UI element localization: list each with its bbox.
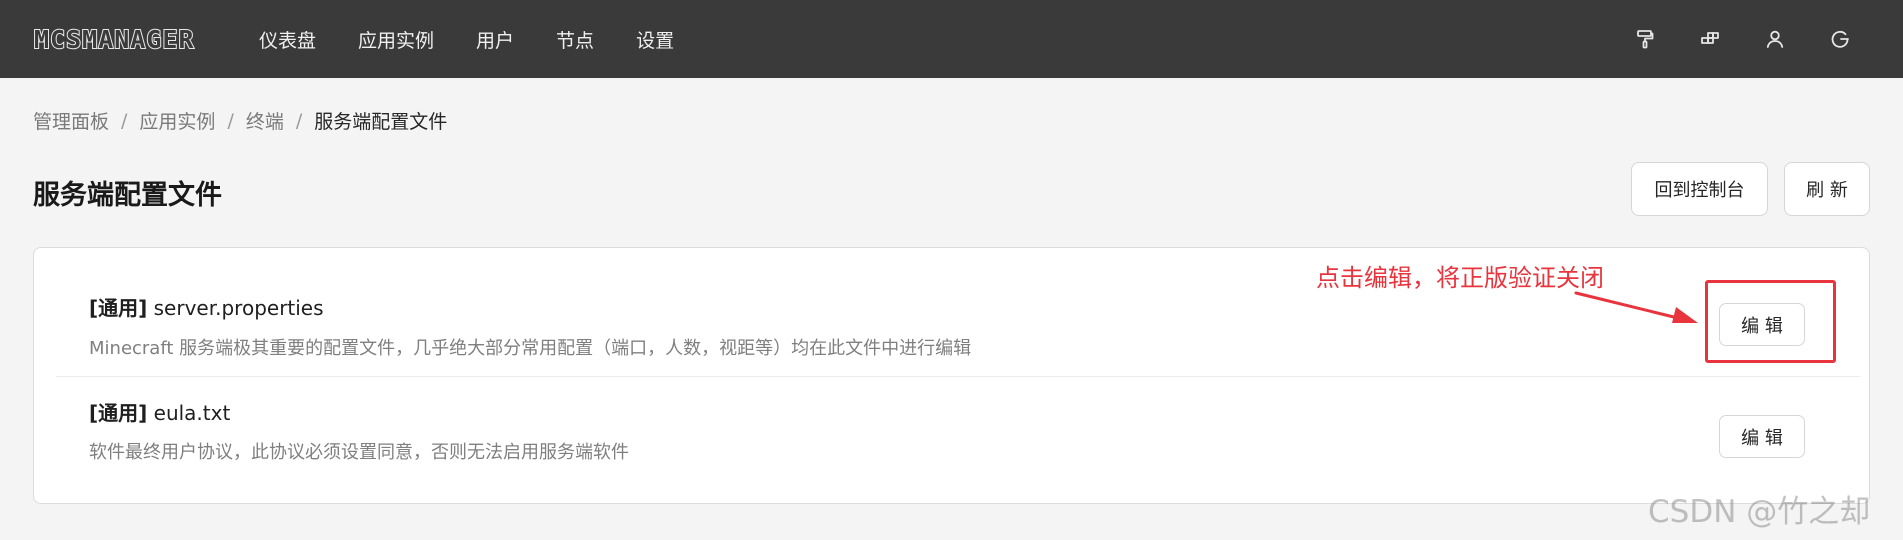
- watermark: CSDN @竹之却: [1648, 494, 1871, 530]
- annotation-highlight-box: [1705, 280, 1836, 363]
- file-description: Minecraft 服务端极其重要的配置文件，几乎绝大部分常用配置（端口，人数，…: [89, 338, 972, 359]
- main-nav: 仪表盘 应用实例 用户 节点 设置: [259, 0, 716, 78]
- logout-icon[interactable]: [1829, 28, 1851, 50]
- breadcrumb-admin-panel[interactable]: 管理面板: [33, 107, 109, 134]
- top-right-icons: [1591, 0, 1851, 78]
- file-name: server.properties: [153, 296, 324, 320]
- user-icon[interactable]: [1764, 28, 1786, 50]
- nav-item-users[interactable]: 用户: [476, 26, 514, 53]
- breadcrumb: 管理面板 / 应用实例 / 终端 / 服务端配置文件: [33, 107, 447, 134]
- back-to-console-button[interactable]: 回到控制台: [1631, 162, 1768, 216]
- list-item: [通用] eula.txt 软件最终用户协议，此协议必须设置同意，否则无法启用服…: [34, 378, 1869, 505]
- file-description: 软件最终用户协议，此协议必须设置同意，否则无法启用服务端软件: [89, 442, 629, 463]
- breadcrumb-separator: /: [121, 109, 128, 132]
- annotation-text: 点击编辑，将正版验证关闭: [1316, 264, 1604, 292]
- refresh-button[interactable]: 刷 新: [1784, 162, 1870, 216]
- mcsmanager-logo[interactable]: MCSMANAGER: [33, 24, 195, 55]
- page-title: 服务端配置文件: [33, 180, 222, 211]
- breadcrumb-instances[interactable]: 应用实例: [139, 107, 215, 134]
- breadcrumb-separator: /: [295, 109, 303, 132]
- nav-item-settings[interactable]: 设置: [636, 26, 674, 53]
- breadcrumb-terminal[interactable]: 终端: [246, 107, 284, 134]
- nav-item-dashboard[interactable]: 仪表盘: [259, 26, 316, 53]
- file-tag: [通用]: [89, 401, 148, 425]
- breadcrumb-current: 服务端配置文件: [314, 111, 448, 133]
- edit-eula-button[interactable]: 编 辑: [1719, 415, 1805, 458]
- file-title: [通用] eula.txt: [89, 397, 230, 426]
- paint-roller-icon[interactable]: [1634, 28, 1656, 50]
- breadcrumb-separator: /: [227, 109, 234, 132]
- file-name: eula.txt: [153, 401, 231, 425]
- annotation-arrow: [1574, 291, 1698, 323]
- logo-text: MCSMANAGER: [33, 24, 195, 55]
- row-divider: [56, 376, 1860, 377]
- nav-item-instances[interactable]: 应用实例: [358, 26, 434, 53]
- top-navigation-bar: MCSMANAGER 仪表盘 应用实例 用户 节点 设置: [0, 0, 1903, 78]
- layout-blocks-icon[interactable]: [1699, 28, 1721, 50]
- nav-item-nodes[interactable]: 节点: [556, 26, 594, 53]
- file-title: [通用] server.properties: [89, 292, 324, 321]
- file-tag: [通用]: [89, 296, 148, 320]
